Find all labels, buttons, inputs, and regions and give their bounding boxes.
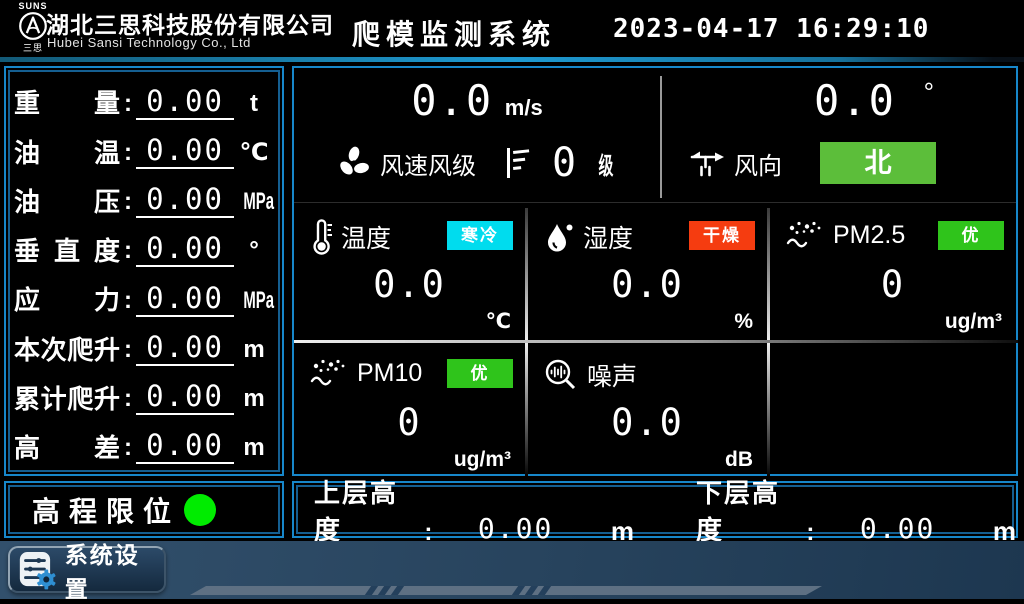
row-unit: m [234, 434, 274, 464]
sensor-unit: ug/m³ [945, 310, 1002, 334]
particles-icon [310, 357, 348, 389]
wind-grid-separator [294, 202, 1016, 203]
row-unit: ℃ [234, 138, 274, 169]
row-value: 0.00 [136, 428, 234, 464]
sensor-readouts-sidebar: 重 量: 0.00 t 油 温: 0.00 ℃ 油 压: 0.00 MPa 垂直… [4, 66, 284, 476]
sensor-value: 0.0 [294, 263, 525, 306]
row-label: 本次爬升 [14, 335, 120, 366]
row-value: 0.00 [136, 182, 234, 218]
wind-vane-icon [688, 148, 724, 178]
particles-icon [786, 219, 824, 251]
wind-speed-label: 风速风级 [380, 146, 476, 181]
sidebar-row-current-climb: 本次爬升: 0.00 m [14, 324, 274, 366]
row-value: 0.00 [136, 379, 234, 415]
pm25-status-badge: 优 [938, 221, 1004, 250]
sidebar-row-verticality: 垂直度: 0.00 ° [14, 225, 274, 267]
upper-height-label: 上层高度 [314, 473, 422, 547]
elevation-limit-status-light [184, 494, 216, 526]
row-label: 重 量 [14, 88, 120, 119]
noise-magnifier-icon [544, 358, 578, 392]
pm25-cell: PM2.5 优 0 ug/m³ [770, 205, 1016, 340]
temperature-status-badge: 寒冷 [447, 221, 513, 250]
sidebar-row-stress: 应 力: 0.00 MPa [14, 275, 274, 317]
sensor-value: 0 [294, 401, 525, 444]
settings-sliders-gear-icon [17, 550, 57, 590]
header: SUNS 三思 湖北三思科技股份有限公司 Hubei Sansi Technol… [0, 0, 1024, 57]
row-label: 高 差 [14, 433, 120, 464]
wind-speed-value: 0.0 [411, 76, 493, 125]
wind-direction-reading-badge: 北 [820, 142, 936, 184]
upper-height-group: 上层高度 : 0.00 m [314, 473, 634, 547]
row-value: 0.00 [136, 281, 234, 317]
humidity-cell: 湿度 干燥 0.0 % [528, 205, 767, 340]
row-unit: ° [234, 237, 274, 267]
lower-height-label: 下层高度 [696, 473, 804, 547]
row-value: 0.00 [136, 133, 234, 169]
datetime-display: 2023-04-17 16:29:10 [613, 14, 929, 44]
sidebar-row-total-climb: 累计爬升: 0.00 m [14, 373, 274, 415]
sidebar-row-weight: 重 量: 0.00 t [14, 78, 274, 120]
sensor-label: 噪声 [587, 357, 637, 393]
sensor-value: 0 [770, 263, 1016, 306]
wind-level-flag-icon [504, 146, 530, 180]
row-value: 0.00 [136, 231, 234, 267]
header-underline [0, 57, 1024, 62]
system-settings-button[interactable]: 系统设置 [8, 546, 166, 593]
footer-decorative-stripe [190, 586, 822, 595]
layer-heights-bar: 上层高度 : 0.00 m 下层高度 : 0.00 m [292, 481, 1018, 538]
wind-direction-value: 0.0 [814, 76, 896, 125]
sensor-value: 0.0 [528, 401, 767, 444]
row-label: 油 温 [14, 138, 120, 169]
sensor-unit: ug/m³ [454, 448, 511, 472]
pm10-cell: PM10 优 0 ug/m³ [294, 343, 525, 478]
sensor-label: 湿度 [583, 219, 633, 255]
wind-level-value: 0 [552, 140, 578, 186]
wind-speed-section: 0.0 m/s 风速风级 0 级 [294, 68, 660, 202]
row-label: 垂直度 [14, 236, 120, 267]
droplet-icon [544, 221, 574, 253]
noise-cell: 噪声 0.0 dB [528, 343, 767, 478]
wind-direction-label: 风向 [734, 146, 782, 181]
elevation-limit-panel: 高程限位 [4, 481, 284, 538]
humidity-status-badge: 干燥 [689, 221, 755, 250]
sidebar-row-oil-pressure: 油 压: 0.00 MPa [14, 176, 274, 218]
sensor-value: 0.0 [528, 263, 767, 306]
row-value: 0.00 [136, 84, 234, 120]
pm10-status-badge: 优 [447, 359, 513, 388]
sensor-label: PM10 [357, 359, 422, 388]
row-unit: m [234, 336, 274, 366]
row-label: 累计爬升 [14, 384, 120, 415]
sensor-unit: % [734, 310, 753, 334]
wind-direction-section: 0.0 ° 风向 北 [662, 68, 1018, 202]
row-label: 应 力 [14, 285, 120, 316]
row-unit: m [234, 385, 274, 415]
elevation-limit-label: 高程限位 [32, 490, 180, 530]
sansi-logo-icon [18, 11, 48, 41]
sensor-unit: ℃ [486, 309, 511, 334]
thermometer-icon [310, 219, 332, 255]
company-name-en: Hubei Sansi Technology Co., Ltd [47, 35, 251, 50]
row-value: 0.00 [136, 330, 234, 366]
sensor-unit: dB [725, 448, 753, 472]
sidebar-row-oil-temp: 油 温: 0.00 ℃ [14, 127, 274, 169]
wind-direction-unit: ° [924, 77, 934, 107]
settings-button-label: 系统设置 [65, 536, 164, 604]
row-unit: MPa [243, 287, 274, 315]
wind-speed-unit: m/s [505, 95, 543, 120]
wind-level-unit: 级 [599, 146, 614, 181]
row-unit: t [234, 90, 274, 120]
empty-cell [770, 343, 1016, 478]
temperature-cell: 温度 寒冷 0.0 ℃ [294, 205, 525, 340]
sensor-label: 温度 [341, 219, 391, 255]
sensor-label: PM2.5 [833, 221, 905, 250]
row-unit: MPa [243, 188, 274, 216]
row-label: 油 压 [14, 187, 120, 218]
fan-icon [336, 145, 372, 181]
environment-monitor-panel: 0.0 m/s 风速风级 0 级 [292, 66, 1018, 476]
footer-bar: 系统设置 [0, 541, 1024, 599]
page-title: 爬模监测系统 [352, 13, 556, 53]
sidebar-row-height-diff: 高 差: 0.00 m [14, 422, 274, 464]
lower-height-group: 下层高度 : 0.00 m [696, 473, 1016, 547]
